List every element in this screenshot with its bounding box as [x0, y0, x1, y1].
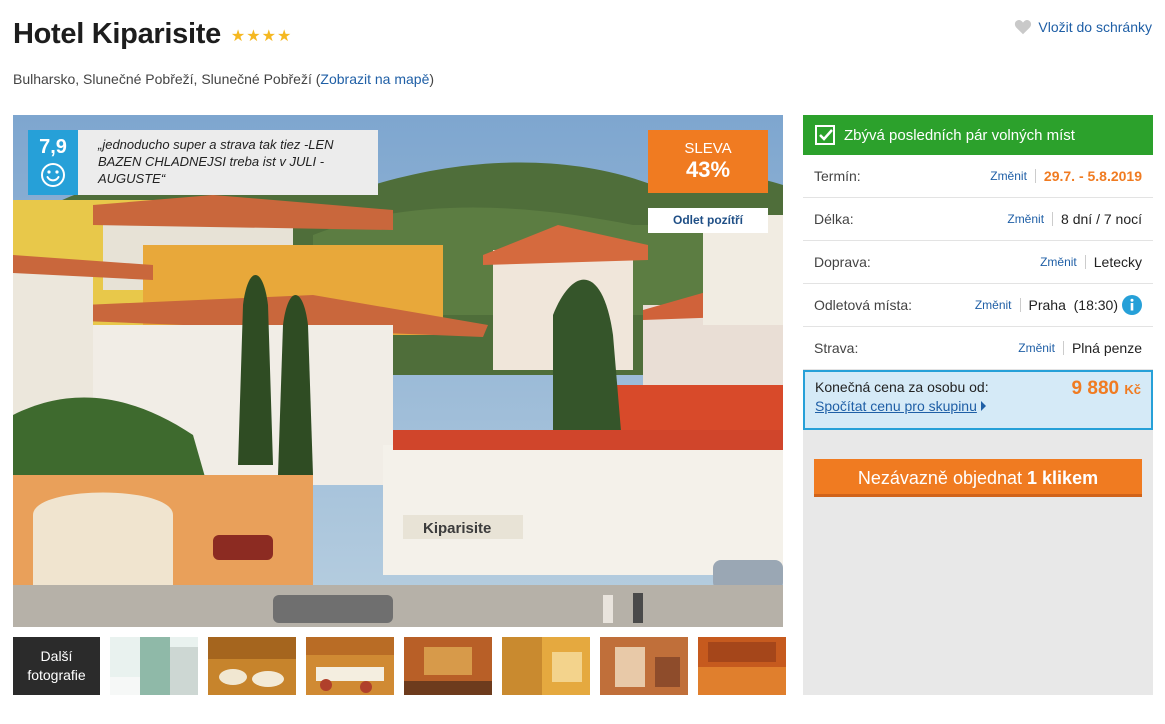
transport-label: Doprava: — [814, 254, 871, 270]
thumbnail[interactable] — [600, 637, 688, 695]
location-text: Bulharsko, Slunečné Pobřeží, Slunečné Po… — [13, 71, 321, 87]
arrow-right-icon — [980, 401, 986, 411]
building-sign: Kiparisite — [423, 520, 491, 537]
star-rating: ★ ★ ★ ★ — [230, 27, 292, 45]
thumbnail[interactable] — [404, 637, 492, 695]
star-icon: ★ — [230, 27, 246, 45]
review-quote: „jednoducho super a strava tak tiez -LEN… — [78, 130, 378, 195]
change-board-link[interactable]: Změnit — [1018, 341, 1064, 355]
checkbox-check-icon — [815, 125, 835, 145]
order-button[interactable]: Nezávazně objednat 1 klikem — [814, 459, 1142, 497]
availability-text: Zbývá posledních pár volných míst — [844, 126, 1075, 144]
more-photos-line2: fotografie — [27, 667, 86, 683]
group-price-link[interactable]: Spočítat cenu pro skupinu — [815, 398, 986, 414]
row-length: Délka: Změnit 8 dní / 7 nocí — [803, 198, 1153, 241]
row-transport: Doprava: Změnit Letecky — [803, 241, 1153, 284]
term-label: Termín: — [814, 168, 861, 184]
discount-badge: SLEVA 43% — [648, 130, 768, 193]
more-photos-button[interactable]: Další fotografie — [13, 637, 100, 695]
transport-value: Letecky — [1093, 254, 1142, 270]
rating-badge: 7,9 — [28, 130, 78, 195]
row-departure: Odletová místa: Změnit Praha (18:30) — [803, 284, 1153, 327]
star-icon: ★ — [276, 27, 292, 45]
thumbnail[interactable] — [208, 637, 296, 695]
order-bold-text: 1 klikem — [1027, 468, 1099, 488]
discount-value: 43% — [685, 157, 731, 182]
length-label: Délka: — [814, 211, 854, 227]
more-photos-line1: Další — [40, 648, 73, 664]
thumbnail[interactable] — [306, 637, 394, 695]
departure-badge[interactable]: Odlet pozítří — [648, 208, 768, 233]
thumbnail[interactable] — [502, 637, 590, 695]
star-icon: ★ — [246, 27, 261, 45]
photo-thumbnails: Další fotografie — [13, 637, 786, 695]
row-term: Termín: Změnit 29.7. - 5.8.2019 — [803, 155, 1153, 198]
booking-panel: Zbývá posledních pár volných míst Termín… — [803, 115, 1153, 695]
heart-icon — [1015, 20, 1032, 35]
hotel-name: Hotel Kiparisite — [13, 18, 221, 50]
change-departure-link[interactable]: Změnit — [975, 298, 1021, 312]
booking-info-table: Termín: Změnit 29.7. - 5.8.2019 Délka: Z… — [803, 155, 1153, 370]
smiley-icon — [41, 163, 65, 187]
departure-label: Odletová místa: — [814, 297, 913, 313]
thumbnail[interactable] — [110, 637, 198, 695]
info-icon[interactable] — [1122, 295, 1142, 315]
thumbnail[interactable] — [698, 637, 786, 695]
length-value: 8 dní / 7 nocí — [1061, 211, 1142, 227]
group-price-label: Spočítat cenu pro skupinu — [815, 398, 977, 414]
row-board: Strava: Změnit Plná penze — [803, 327, 1153, 370]
price-amount: 9 880 — [1071, 378, 1120, 399]
availability-banner: Zbývá posledních pár volných míst — [803, 115, 1153, 155]
save-to-clipboard-label: Vložit do schránky — [1038, 19, 1152, 35]
save-to-clipboard-button[interactable]: Vložit do schránky — [1014, 19, 1152, 35]
show-on-map-link[interactable]: Zobrazit na mapě — [320, 71, 429, 87]
hotel-location: Bulharsko, Slunečné Pobřeží, Slunečné Po… — [13, 71, 434, 87]
departure-value: Praha (18:30) — [1028, 297, 1119, 313]
price-value: 9 880 Kč — [1072, 378, 1141, 400]
change-term-link[interactable]: Změnit — [990, 169, 1036, 183]
price-currency: Kč — [1124, 382, 1141, 397]
star-icon: ★ — [261, 27, 276, 45]
term-value: 29.7. - 5.8.2019 — [1043, 168, 1142, 184]
discount-label: SLEVA — [684, 140, 732, 157]
price-box: Konečná cena za osobu od: 9 880 Kč Spočí… — [803, 370, 1153, 430]
change-length-link[interactable]: Změnit — [1007, 212, 1054, 226]
rating-value: 7,9 — [39, 136, 67, 158]
board-label: Strava: — [814, 340, 859, 356]
location-close: ) — [429, 71, 435, 87]
title-row: Hotel Kiparisite ★ ★ ★ ★ — [13, 18, 291, 51]
order-text: Nezávazně objednat — [857, 468, 1023, 488]
board-value: Plná penze — [1071, 340, 1142, 356]
change-transport-link[interactable]: Změnit — [1040, 255, 1086, 269]
